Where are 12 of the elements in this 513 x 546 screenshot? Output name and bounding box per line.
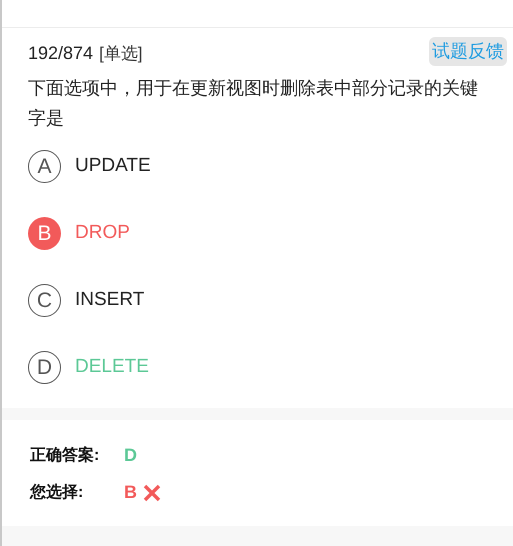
your-choice-label: 您选择: [30, 482, 84, 502]
option-letter[interactable]: D [28, 351, 61, 384]
question-counter: 192/874 [28, 42, 94, 65]
option-letter[interactable]: A [28, 150, 61, 183]
correct-answer-value: D [124, 444, 137, 467]
correct-answer-label: 正确答案: [30, 445, 100, 466]
option-label[interactable]: UPDATE [75, 152, 151, 181]
option-label[interactable]: INSERT [75, 286, 144, 315]
question-text: 下面选项中，用于在更新视图时删除表中部分记录的关键字是 [28, 77, 479, 130]
option-letter[interactable]: C [28, 284, 61, 317]
your-choice-value: B [124, 481, 137, 504]
question-type: [单选] [99, 42, 143, 65]
